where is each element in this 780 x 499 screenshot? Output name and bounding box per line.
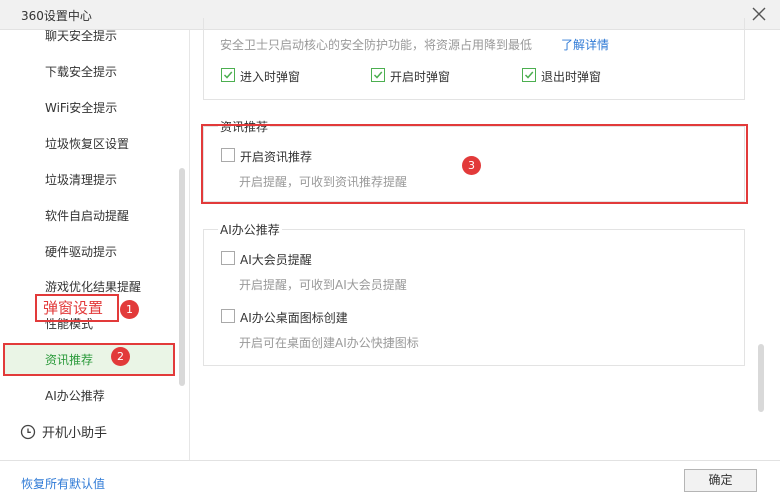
footer: 恢复所有默认值 确定 <box>0 460 780 499</box>
protection-note: 安全卫士只启动核心的安全防护功能，将资源占用降到最低 <box>220 38 533 52</box>
sidebar-item-game-optimize[interactable]: 游戏优化结果提醒 <box>45 278 141 295</box>
boot-helper-label: 开机小助手 <box>42 426 108 441</box>
checkbox-open-popup-label: 开启时弹窗 <box>390 70 451 84</box>
highlight-box-news <box>3 343 175 376</box>
checkbox-exit-popup[interactable] <box>522 68 536 82</box>
checkbox-ai-desktop-icon[interactable] <box>221 309 235 323</box>
checkbox-exit-popup-label: 退出时弹窗 <box>541 70 602 84</box>
sidebar-item-trash-clean[interactable]: 垃圾清理提示 <box>45 171 117 188</box>
sidebar-scrollbar[interactable] <box>179 168 185 386</box>
ok-button[interactable]: 确定 <box>684 469 757 492</box>
ai-section-title: AI办公推荐 <box>218 221 282 238</box>
checkbox-ai-member-label: AI大会员提醒 <box>240 253 312 267</box>
checkbox-ai-member[interactable] <box>221 251 235 265</box>
panel-protection <box>203 18 745 100</box>
learn-more-link[interactable]: 了解详情 <box>561 36 609 53</box>
sidebar-item-ai-office[interactable]: AI办公推荐 <box>45 387 105 404</box>
annotation-badge-1: 1 <box>120 300 139 319</box>
checkbox-ai-desktop-icon-label: AI办公桌面图标创建 <box>240 311 348 325</box>
sidebar-item-driver[interactable]: 硬件驱动提示 <box>45 243 117 260</box>
popup-settings-label: 弹窗设置 <box>41 297 106 318</box>
boot-helper[interactable]: 开机小助手 <box>20 422 107 441</box>
sidebar-item-autostart[interactable]: 软件自启动提醒 <box>45 207 129 224</box>
sidebar-item-trash-recovery[interactable]: 垃圾恢复区设置 <box>45 135 129 152</box>
clock-icon <box>20 424 36 440</box>
sidebar-item-download-safety[interactable]: 下载安全提示 <box>45 63 117 80</box>
annotation-badge-2: 2 <box>111 347 130 366</box>
ai-member-desc: 开启提醒，可收到AI大会员提醒 <box>239 278 407 292</box>
checkbox-open-popup[interactable] <box>371 68 385 82</box>
main-scrollbar[interactable] <box>758 344 764 412</box>
sidebar-item-chat-safety[interactable]: 聊天安全提示 <box>45 30 117 44</box>
restore-defaults-link[interactable]: 恢复所有默认值 <box>21 475 105 492</box>
checkbox-enter-popup[interactable] <box>221 68 235 82</box>
close-icon[interactable] <box>750 5 768 23</box>
annotation-badge-3: 3 <box>462 156 481 175</box>
ai-desktop-icon-desc: 开启可在桌面创建AI办公快捷图标 <box>239 336 419 350</box>
sidebar-item-wifi-safety[interactable]: WiFi安全提示 <box>45 99 117 116</box>
checkbox-enter-popup-label: 进入时弹窗 <box>240 70 301 84</box>
sidebar: 聊天安全提示 下载安全提示 WiFi安全提示 垃圾恢复区设置 垃圾清理提示 软件… <box>0 30 190 460</box>
window-title: 360设置中心 <box>21 9 92 23</box>
